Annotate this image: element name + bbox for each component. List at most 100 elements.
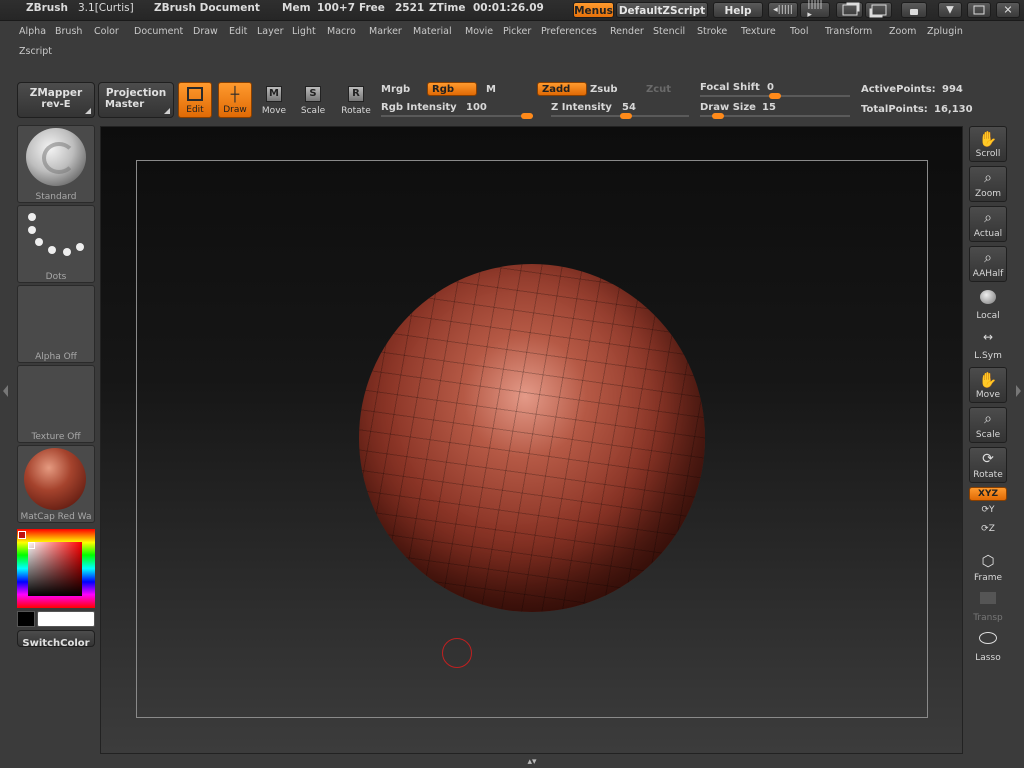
brush-selector[interactable]: Standard: [17, 125, 95, 203]
mem-value: 100+7: [317, 2, 356, 14]
zoom-label: Zoom: [975, 189, 1001, 199]
menu-picker[interactable]: Picker: [503, 26, 531, 37]
projection-master-button[interactable]: Projection Master: [98, 82, 174, 118]
menu-transform[interactable]: Transform: [825, 26, 872, 37]
menu-color[interactable]: Color: [94, 26, 119, 37]
y-axis-button[interactable]: ⟳Y: [978, 505, 998, 519]
draw-button[interactable]: ┼ Draw: [218, 82, 252, 118]
menu-alpha[interactable]: Alpha: [19, 26, 46, 37]
rotate-button[interactable]: R Rotate: [339, 82, 373, 118]
edit-button[interactable]: Edit: [178, 82, 212, 118]
aahalf-label: AAHalf: [972, 269, 1004, 279]
default-zscript-button[interactable]: DefaultZScript: [616, 2, 708, 18]
close-button[interactable]: ✕: [996, 2, 1020, 18]
switch-color-button[interactable]: SwitchColor: [17, 630, 95, 649]
xyz-button[interactable]: XYZ: [969, 487, 1007, 501]
draw-size-knob[interactable]: [712, 113, 724, 119]
menu-texture[interactable]: Texture: [741, 26, 776, 37]
lsym-button[interactable]: ↔ L.Sym: [969, 327, 1007, 363]
layout-button-1[interactable]: [836, 2, 863, 18]
menu-preferences[interactable]: Preferences: [541, 26, 597, 37]
tray-right-button[interactable]: |||||▸: [800, 0, 830, 20]
secondary-color-swatch[interactable]: [37, 611, 95, 627]
menu-material[interactable]: Material: [413, 26, 452, 37]
menu-tool[interactable]: Tool: [790, 26, 808, 37]
menu-render[interactable]: Render: [610, 26, 644, 37]
windows-alt-icon: [871, 4, 886, 16]
zoom-button[interactable]: ⌕ Zoom: [969, 166, 1007, 202]
zmapper-button[interactable]: ZMapper rev-E: [17, 82, 95, 118]
z-intensity-knob[interactable]: [619, 113, 632, 119]
left-tray-arrow-icon[interactable]: [3, 385, 8, 397]
help-button[interactable]: Help: [713, 2, 763, 18]
rgb-intensity-knob[interactable]: [521, 113, 533, 119]
corner-arrow-icon: [85, 108, 91, 114]
menu-stencil[interactable]: Stencil: [653, 26, 685, 37]
menu-document[interactable]: Document: [134, 26, 183, 37]
rgb-button[interactable]: Rgb: [427, 82, 477, 96]
actual-button[interactable]: ⌕ Actual: [969, 206, 1007, 242]
lasso-button[interactable]: Lasso: [969, 629, 1007, 665]
windows-icon: [842, 4, 857, 16]
focal-shift-label: Focal Shift: [700, 82, 760, 93]
stroke-selector[interactable]: Dots: [17, 205, 95, 283]
draw-size-slider[interactable]: [700, 113, 850, 119]
menu-zscript[interactable]: Zscript: [19, 46, 52, 57]
menu-macro[interactable]: Macro: [327, 26, 356, 37]
frame-button[interactable]: ⬡ Frame: [969, 549, 1007, 585]
scale-view-button[interactable]: ⌕ Scale: [969, 407, 1007, 443]
aahalf-button[interactable]: ⌕ AAHalf: [969, 246, 1007, 282]
mrgb-button[interactable]: Mrgb: [381, 84, 410, 95]
right-tray-arrow-icon[interactable]: [1016, 385, 1021, 397]
tray-left-button[interactable]: ◂|||||: [768, 2, 798, 18]
bottom-tray-arrows-icon[interactable]: ▴▾: [521, 758, 543, 767]
menu-movie[interactable]: Movie: [465, 26, 493, 37]
lock-button[interactable]: [901, 2, 927, 18]
rotate-label: Rotate: [341, 106, 371, 116]
rgb-intensity-slider[interactable]: [381, 113, 533, 119]
corner-arrow-icon: [164, 108, 170, 114]
scroll-button[interactable]: ✋ Scroll: [969, 126, 1007, 162]
texture-selector[interactable]: Texture Off: [17, 365, 95, 443]
menus-button[interactable]: Menus: [573, 2, 614, 18]
m-button[interactable]: M: [486, 84, 496, 95]
z-intensity-slider[interactable]: [551, 113, 689, 119]
lasso-label: Lasso: [975, 653, 1001, 663]
transp-button[interactable]: Transp: [969, 589, 1007, 625]
maximize-button[interactable]: [967, 2, 991, 18]
transp-label: Transp: [973, 613, 1003, 623]
menu-brush[interactable]: Brush: [55, 26, 82, 37]
focal-shift-slider[interactable]: [700, 93, 850, 99]
color-saturation-square[interactable]: [28, 542, 82, 596]
menu-zoom[interactable]: Zoom: [889, 26, 916, 37]
app-name: ZBrush: [26, 2, 68, 14]
menu-edit[interactable]: Edit: [229, 26, 247, 37]
menu-marker[interactable]: Marker: [369, 26, 402, 37]
move-view-button[interactable]: ✋ Move: [969, 367, 1007, 403]
zsub-button[interactable]: Zsub: [590, 84, 617, 95]
focal-shift-knob[interactable]: [769, 93, 781, 99]
color-picker[interactable]: [17, 529, 95, 608]
scale-button[interactable]: S Scale: [296, 82, 330, 118]
z-axis-button[interactable]: ⟳Z: [978, 524, 998, 538]
draw-size-label: Draw Size: [700, 102, 756, 113]
minimize-icon: ▼: [946, 4, 954, 16]
projection-label: Projection: [105, 87, 167, 99]
move-button[interactable]: M Move: [257, 82, 291, 118]
rotate-view-button[interactable]: ⟳ Rotate: [969, 447, 1007, 483]
sphere-mesh[interactable]: [359, 264, 705, 612]
material-selector[interactable]: MatCap Red Wa: [17, 445, 95, 523]
menu-light[interactable]: Light: [292, 26, 316, 37]
menu-zplugin[interactable]: Zplugin: [927, 26, 963, 37]
layout-button-2[interactable]: [865, 2, 892, 18]
menu-draw[interactable]: Draw: [193, 26, 218, 37]
menu-stroke[interactable]: Stroke: [697, 26, 727, 37]
transp-icon: [980, 592, 996, 604]
menu-layer[interactable]: Layer: [257, 26, 284, 37]
zadd-button[interactable]: Zadd: [537, 82, 587, 96]
local-button[interactable]: Local: [969, 287, 1007, 323]
alpha-selector[interactable]: Alpha Off: [17, 285, 95, 363]
primary-color-swatch[interactable]: [17, 611, 35, 627]
minimize-button[interactable]: ▼: [938, 2, 962, 18]
zcut-button[interactable]: Zcut: [646, 84, 671, 95]
